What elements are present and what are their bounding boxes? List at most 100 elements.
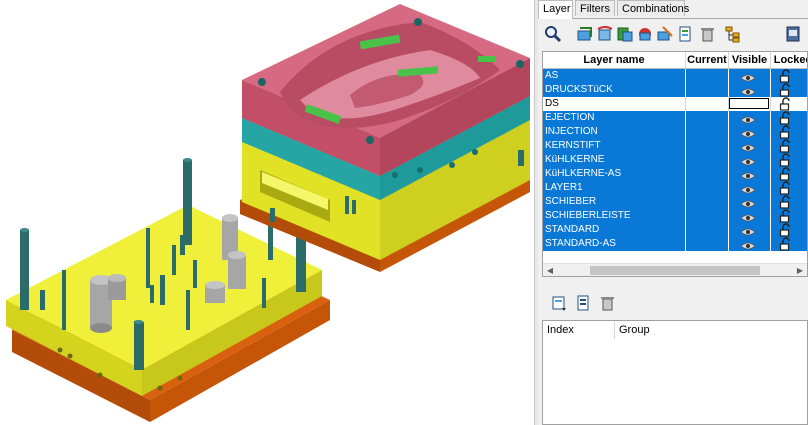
unlock-icon[interactable] bbox=[779, 111, 791, 125]
delete-icon[interactable] bbox=[698, 25, 716, 43]
eye-icon[interactable] bbox=[740, 142, 756, 152]
layer-row[interactable]: STANDARD-AS bbox=[543, 237, 807, 251]
current-cell[interactable] bbox=[686, 195, 729, 209]
locked-cell[interactable] bbox=[771, 223, 807, 237]
visible-cell[interactable] bbox=[729, 167, 771, 181]
current-cell[interactable] bbox=[686, 139, 729, 153]
visible-cell[interactable] bbox=[729, 83, 771, 97]
unlock-icon[interactable] bbox=[779, 69, 791, 83]
visible-cell[interactable] bbox=[729, 209, 771, 223]
layer-merge-icon[interactable] bbox=[636, 25, 654, 43]
group-delete-icon[interactable] bbox=[598, 294, 616, 312]
layer-new-icon[interactable] bbox=[576, 25, 594, 43]
visible-cell[interactable] bbox=[729, 195, 771, 209]
locked-cell[interactable] bbox=[771, 97, 807, 111]
group-add-icon[interactable] bbox=[550, 294, 568, 312]
unlock-icon[interactable] bbox=[779, 181, 791, 195]
locked-cell[interactable] bbox=[771, 125, 807, 139]
search-icon[interactable] bbox=[544, 25, 562, 43]
layer-row[interactable]: STANDARD bbox=[543, 223, 807, 237]
eye-icon[interactable] bbox=[740, 198, 756, 208]
scrollbar-thumb[interactable] bbox=[590, 266, 760, 275]
unlock-icon[interactable] bbox=[779, 139, 791, 153]
layer-row[interactable]: INJECTION bbox=[543, 125, 807, 139]
visible-cell[interactable] bbox=[729, 125, 771, 139]
column-header-group[interactable]: Group bbox=[615, 321, 808, 339]
current-cell[interactable] bbox=[686, 167, 729, 181]
unlock-icon[interactable] bbox=[779, 167, 791, 181]
locked-cell[interactable] bbox=[771, 209, 807, 223]
visible-cell[interactable] bbox=[729, 69, 771, 83]
visible-cell[interactable] bbox=[729, 153, 771, 167]
layer-row[interactable]: AS bbox=[543, 69, 807, 83]
layer-row[interactable]: SCHIEBER bbox=[543, 195, 807, 209]
visible-cell[interactable] bbox=[729, 97, 771, 111]
visible-edit-box[interactable] bbox=[729, 98, 769, 109]
column-header-visible[interactable]: Visible bbox=[729, 52, 771, 68]
current-cell[interactable] bbox=[686, 237, 729, 251]
current-cell[interactable] bbox=[686, 97, 729, 111]
current-cell[interactable] bbox=[686, 83, 729, 97]
current-cell[interactable] bbox=[686, 223, 729, 237]
layer-row[interactable]: DS bbox=[543, 97, 807, 111]
eye-icon[interactable] bbox=[740, 170, 756, 180]
layer-row[interactable]: LAYER1 bbox=[543, 181, 807, 195]
layer-move-icon[interactable] bbox=[616, 25, 634, 43]
locked-cell[interactable] bbox=[771, 111, 807, 125]
scroll-right-icon[interactable]: ▶ bbox=[795, 266, 805, 275]
column-header-locked[interactable]: Locked bbox=[771, 52, 807, 68]
layer-properties-icon[interactable] bbox=[676, 25, 694, 43]
tab-filters[interactable]: Filters bbox=[575, 0, 615, 16]
current-cell[interactable] bbox=[686, 209, 729, 223]
scroll-left-icon[interactable]: ◀ bbox=[545, 266, 555, 275]
layer-rename-icon[interactable] bbox=[656, 25, 674, 43]
eye-icon[interactable] bbox=[740, 114, 756, 124]
visible-cell[interactable] bbox=[729, 139, 771, 153]
unlock-icon[interactable] bbox=[779, 153, 791, 167]
layer-row[interactable]: KüHLKERNE bbox=[543, 153, 807, 167]
column-header-index[interactable]: Index bbox=[543, 321, 615, 339]
export-icon[interactable] bbox=[784, 25, 802, 43]
tab-combinations[interactable]: Combinations bbox=[617, 0, 689, 16]
visible-cell[interactable] bbox=[729, 181, 771, 195]
unlock-icon[interactable] bbox=[779, 237, 791, 251]
tab-layer[interactable]: Layer bbox=[538, 0, 573, 19]
eye-icon[interactable] bbox=[740, 128, 756, 138]
group-edit-icon[interactable] bbox=[574, 294, 592, 312]
column-header-layer-name[interactable]: Layer name bbox=[543, 52, 686, 68]
current-cell[interactable] bbox=[686, 125, 729, 139]
unlock-icon[interactable] bbox=[779, 97, 791, 111]
locked-cell[interactable] bbox=[771, 195, 807, 209]
locked-cell[interactable] bbox=[771, 237, 807, 251]
eye-icon[interactable] bbox=[740, 226, 756, 236]
horizontal-scrollbar[interactable]: ◀ ▶ bbox=[543, 263, 807, 276]
layer-copy-icon[interactable] bbox=[596, 25, 614, 43]
visible-cell[interactable] bbox=[729, 223, 771, 237]
unlock-icon[interactable] bbox=[779, 223, 791, 237]
current-cell[interactable] bbox=[686, 111, 729, 125]
locked-cell[interactable] bbox=[771, 139, 807, 153]
layer-row[interactable]: DRUCKSTüCK bbox=[543, 83, 807, 97]
locked-cell[interactable] bbox=[771, 83, 807, 97]
eye-icon[interactable] bbox=[740, 184, 756, 194]
layer-row[interactable]: EJECTION bbox=[543, 111, 807, 125]
column-header-current[interactable]: Current bbox=[686, 52, 729, 68]
locked-cell[interactable] bbox=[771, 181, 807, 195]
eye-icon[interactable] bbox=[740, 156, 756, 166]
unlock-icon[interactable] bbox=[779, 125, 791, 139]
hierarchy-icon[interactable] bbox=[724, 25, 742, 43]
eye-icon[interactable] bbox=[740, 86, 756, 96]
unlock-icon[interactable] bbox=[779, 195, 791, 209]
locked-cell[interactable] bbox=[771, 167, 807, 181]
eye-icon[interactable] bbox=[740, 240, 756, 250]
layer-row[interactable]: KüHLKERNE-AS bbox=[543, 167, 807, 181]
current-cell[interactable] bbox=[686, 181, 729, 195]
locked-cell[interactable] bbox=[771, 69, 807, 83]
current-cell[interactable] bbox=[686, 153, 729, 167]
eye-icon[interactable] bbox=[740, 72, 756, 82]
visible-cell[interactable] bbox=[729, 237, 771, 251]
layer-row[interactable]: SCHIEBERLEISTE bbox=[543, 209, 807, 223]
visible-cell[interactable] bbox=[729, 111, 771, 125]
unlock-icon[interactable] bbox=[779, 83, 791, 97]
locked-cell[interactable] bbox=[771, 153, 807, 167]
